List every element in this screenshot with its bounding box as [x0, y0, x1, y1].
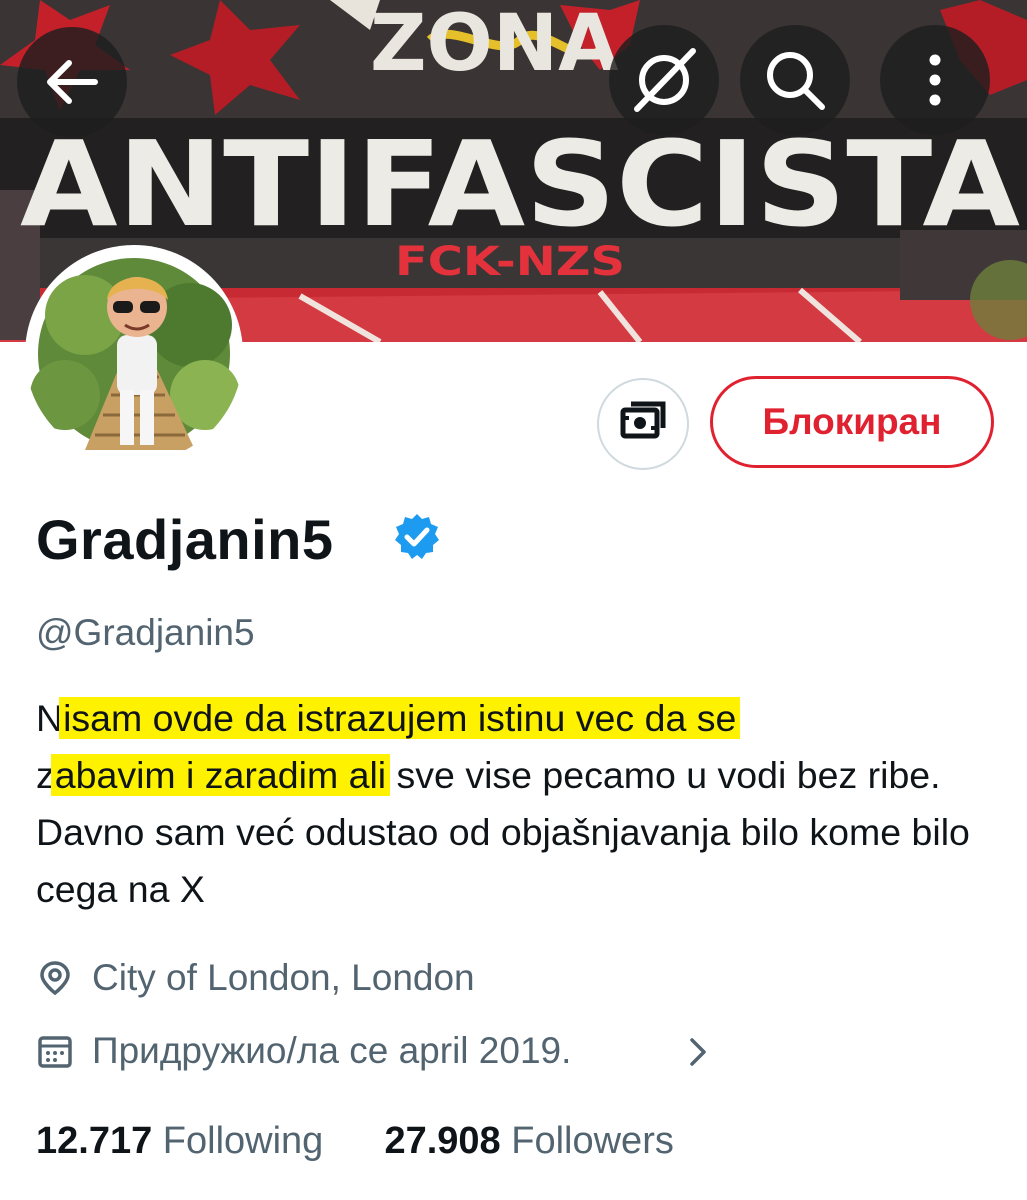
grok-icon: [634, 48, 696, 112]
bio-highlight: isam ovde da istrazujem istinu vec da se: [59, 697, 741, 739]
tip-button[interactable]: [597, 378, 689, 470]
follow-stats: 12.717 Following 27.908 Followers: [36, 1117, 674, 1165]
money-tip-icon: [620, 401, 666, 439]
followers-link[interactable]: 27.908 Followers: [384, 1120, 673, 1162]
location-text: City of London, London: [92, 957, 475, 998]
more-options-button[interactable]: [880, 25, 990, 135]
following-link[interactable]: 12.717 Following: [36, 1120, 323, 1162]
banner-graffiti-text: ZONA: [370, 0, 619, 89]
display-name: Gradjanin5: [36, 508, 334, 571]
grok-button[interactable]: [609, 25, 719, 135]
verified-badge-icon[interactable]: [392, 512, 442, 562]
calendar-icon: [38, 1036, 72, 1068]
following-count: 12.717: [36, 1120, 153, 1162]
followers-count: 27.908: [384, 1120, 501, 1162]
banner-graffiti-tag: FCK-NZS: [395, 239, 625, 285]
blocked-button-label: Блокиран: [762, 401, 942, 442]
search-icon: [767, 52, 825, 110]
avatar[interactable]: [25, 245, 243, 463]
arrow-left-icon: [47, 60, 98, 104]
followers-label: Followers: [511, 1120, 674, 1162]
back-button[interactable]: [17, 27, 127, 137]
search-button[interactable]: [740, 25, 850, 135]
following-label: Following: [162, 1120, 324, 1162]
blocked-button[interactable]: Блокиран: [710, 376, 994, 468]
profile-bio: Nisam ovde da istrazujem istinu vec da s…: [36, 690, 1006, 918]
avatar-image: [30, 258, 240, 450]
bio-highlight: abavim i zaradim ali: [50, 754, 391, 796]
user-handle: @Gradjanin5: [36, 612, 255, 653]
joined-date-text: Придружио/ла се april 2019.: [92, 1030, 572, 1071]
banner-graffiti-text: ANTIFASCISTA: [20, 115, 1020, 253]
chevron-right-icon: [690, 1038, 706, 1066]
location-pin-icon: [40, 961, 70, 996]
more-vertical-icon: [929, 54, 941, 106]
